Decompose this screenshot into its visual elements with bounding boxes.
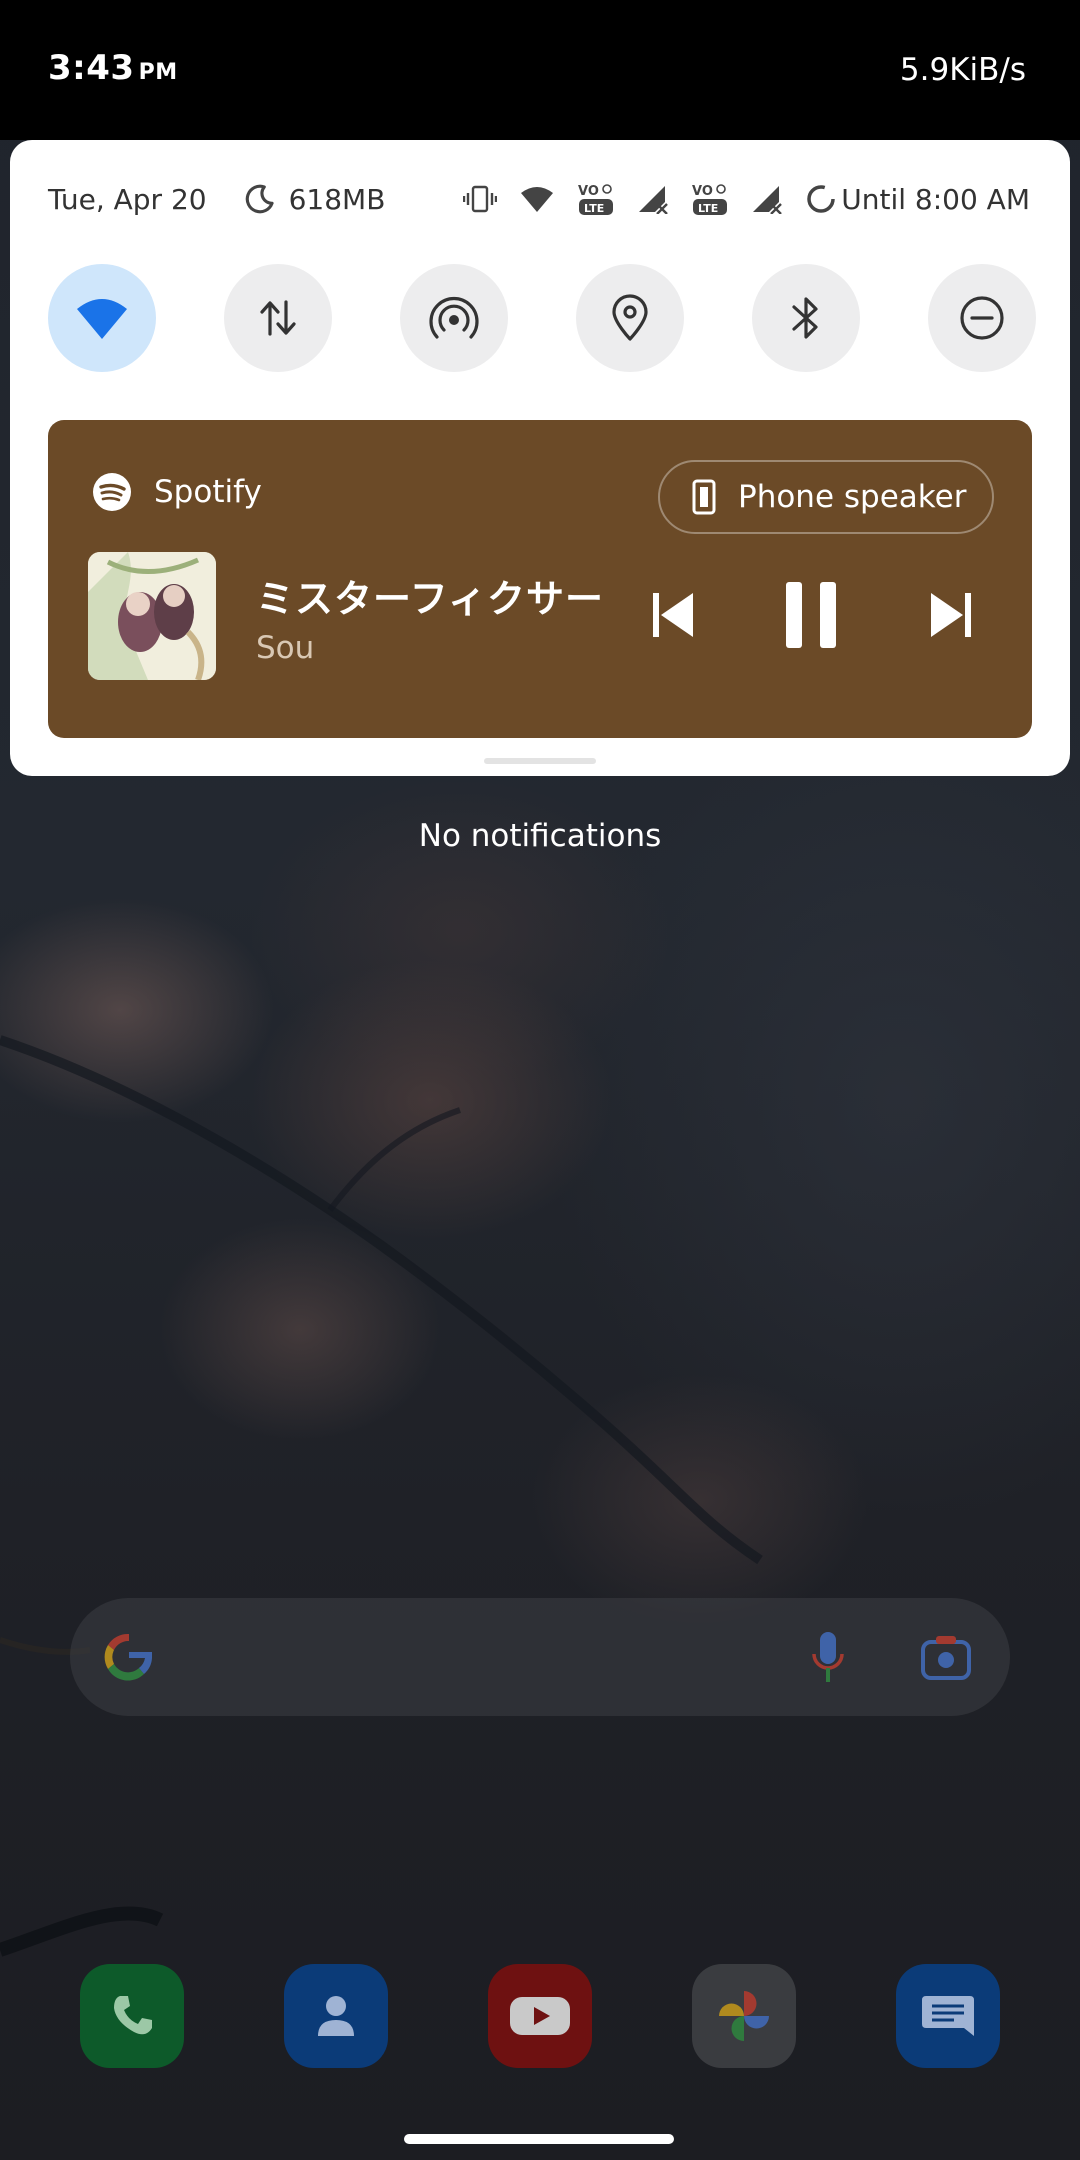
google-lens-icon[interactable] [920, 1634, 972, 1682]
media-app-name: Spotify [154, 474, 262, 510]
messages-icon [922, 1996, 974, 2036]
data-transfer-icon [260, 300, 296, 336]
vibrate-icon [463, 185, 498, 213]
pause-icon [786, 582, 836, 648]
no-notifications-text: No notifications [418, 818, 662, 854]
album-art-image [88, 552, 216, 680]
quick-settings-panel: Tue, Apr 20 618MB VO LTE VO LTE Until 8:… [10, 140, 1070, 776]
svg-text:VO: VO [578, 184, 599, 199]
signal-no-service-icon [639, 186, 669, 214]
phone-speaker-icon [692, 479, 716, 515]
media-song-artist: Sou [256, 630, 315, 666]
memory-label[interactable]: 618MB [289, 183, 386, 216]
messages-app[interactable] [896, 1964, 1000, 2068]
tile-bluetooth[interactable] [752, 264, 860, 372]
voice-search-icon[interactable] [810, 1630, 846, 1686]
status-icons: VO LTE VO LTE Until 8:00 AM [463, 181, 1030, 217]
google-g-icon [104, 1633, 152, 1681]
youtube-icon [510, 1997, 570, 2035]
album-art [88, 552, 216, 680]
media-output-label: Phone speaker [738, 479, 967, 515]
next-track-button[interactable] [916, 580, 986, 650]
phone-app[interactable] [80, 1964, 184, 2068]
media-song-title: ミスターフィクサー [256, 577, 604, 621]
svg-text:LTE: LTE [698, 202, 718, 215]
contacts-icon [318, 1996, 354, 2036]
gesture-nav-bar[interactable] [404, 2134, 674, 2144]
youtube-app[interactable] [488, 1964, 592, 2068]
clock-time: 3:43 [48, 48, 135, 88]
memory-cleaner-icon[interactable] [243, 182, 277, 216]
bluetooth-icon [792, 297, 818, 339]
home-dock [80, 1964, 1000, 2068]
do-not-disturb-icon [960, 296, 1004, 340]
google-search-bar[interactable] [70, 1598, 1010, 1716]
date-label[interactable]: Tue, Apr 20 [48, 183, 207, 216]
quick-settings-header: Tue, Apr 20 618MB VO LTE VO LTE Until 8:… [48, 178, 1030, 220]
wifi-icon [521, 187, 554, 212]
clock-ampm: PM [138, 60, 178, 85]
svg-text:VO: VO [692, 184, 713, 199]
previous-track-button[interactable] [638, 580, 708, 650]
media-player-card[interactable]: Spotify Phone speaker ミスターフィクサー Sou [48, 420, 1032, 738]
tile-location[interactable] [576, 264, 684, 372]
quick-settings-tiles [48, 264, 1036, 372]
spotify-icon [93, 473, 131, 511]
tile-wifi[interactable] [48, 264, 156, 372]
hotspot-icon [429, 296, 479, 339]
tile-do-not-disturb[interactable] [928, 264, 1036, 372]
wifi-icon [77, 299, 127, 339]
skip-previous-icon [653, 593, 693, 637]
tile-hotspot[interactable] [400, 264, 508, 372]
status-bar: 3:43 PM 5.9KiB/s [0, 0, 1080, 140]
pause-button[interactable] [776, 580, 846, 650]
svg-text:LTE: LTE [584, 202, 604, 215]
alarm-until-label: Until 8:00 AM [841, 182, 1030, 216]
status-clock: 3:43 PM [48, 48, 178, 88]
volte-lte-icon: VO LTE [692, 184, 728, 215]
photos-icon [719, 1991, 769, 2041]
location-pin-icon [612, 294, 648, 341]
media-app-row: Spotify [92, 472, 262, 512]
contacts-app[interactable] [284, 1964, 388, 2068]
network-speed: 5.9KiB/s [899, 52, 1026, 88]
volte-lte-icon: VO LTE [578, 184, 614, 215]
media-output-button[interactable]: Phone speaker [658, 460, 994, 534]
panel-drag-handle[interactable] [484, 758, 596, 764]
photos-app[interactable] [692, 1964, 796, 2068]
signal-no-service-icon [753, 186, 783, 214]
skip-next-icon [931, 593, 971, 637]
tile-mobile-data[interactable] [224, 264, 332, 372]
phone-icon [114, 1996, 152, 2035]
data-saver-icon [807, 185, 835, 213]
